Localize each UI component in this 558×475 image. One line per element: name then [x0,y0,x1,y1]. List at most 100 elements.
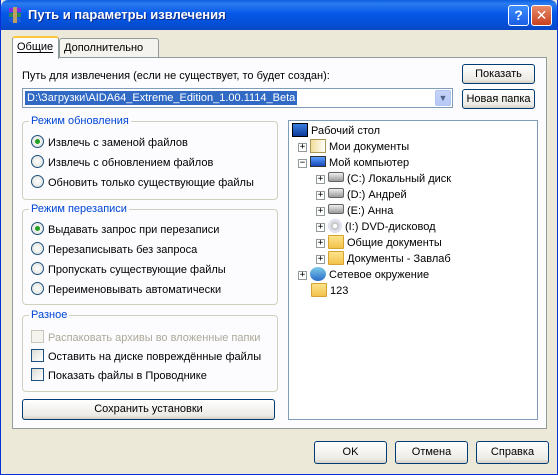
expand-icon[interactable]: + [316,175,325,184]
tree-item-label: (D:) Андрей [347,189,407,201]
radio-rename-automatically[interactable]: Переименовывать автоматически [31,282,221,298]
help-title-button[interactable]: ? [508,5,529,26]
my-computer-icon [310,156,326,167]
tab-advanced-label: Дополнительно [64,42,144,54]
radio-button[interactable] [31,175,44,188]
folder-icon [328,251,344,265]
drive-icon [328,188,344,198]
checkbox-keep-broken-files[interactable]: Оставить на диске повреждённые файлы [31,349,261,365]
tree-item-drive-c[interactable]: + (C:) Локальный диск [316,171,451,187]
path-label: Путь для извлечения (если не существует,… [22,70,330,82]
radio-overwrite-without-prompt[interactable]: Перезаписывать без запроса [31,242,197,258]
cancel-button[interactable]: Отмена [395,441,468,464]
misc-group: Разное Распаковать архивы во вложенные п… [22,309,278,392]
checkbox [31,330,44,343]
radio-label: Выдавать запрос при перезаписи [48,224,220,236]
folder-icon [311,283,327,297]
radio-extract-replace[interactable]: Извлечь с заменой файлов [31,135,188,151]
general-tab-panel: Путь для извлечения (если не существует,… [12,57,547,429]
tree-item-my-computer[interactable]: − Мой компьютер [298,155,409,171]
radio-label: Перезаписывать без запроса [48,244,198,256]
window-title: Путь и параметры извлечения [28,7,226,22]
extract-path-combo[interactable]: D:\Загрузки\AIDA64_Extreme_Edition_1.00.… [22,88,453,108]
tree-item-network[interactable]: + Сетевое окружение [298,267,429,283]
tree-item-shared-documents[interactable]: + Общие документы [316,235,442,251]
radio-button[interactable] [31,262,44,275]
help-button[interactable]: Справка [476,441,549,464]
collapse-icon[interactable]: − [298,159,307,168]
tree-item-label: Мой компьютер [329,157,410,169]
checkbox-extract-to-subfolders: Распаковать архивы во вложенные папки [31,330,260,346]
tree-item-label: Документы - Завлаб [347,253,451,265]
tree-item-drive-e[interactable]: + (E:) Анна [316,203,393,219]
radio-button[interactable] [31,222,44,235]
radio-label: Обновить только существующие файлы [48,177,254,189]
tree-item-label: Сетевое окружение [329,269,430,281]
expand-icon[interactable]: + [316,207,325,216]
radio-label: Переименовывать автоматически [48,284,222,296]
misc-title: Разное [29,309,70,321]
radio-button[interactable] [31,135,44,148]
overwrite-mode-title: Режим перезаписи [29,203,129,215]
checkbox-label: Распаковать архивы во вложенные папки [48,332,261,344]
expand-icon[interactable]: + [316,255,325,264]
dvd-drive-icon [328,219,342,233]
checkbox-show-in-explorer[interactable]: Показать файлы в Проводнике [31,368,207,384]
checkbox-label: Показать файлы в Проводнике [48,370,207,382]
tree-item-desktop[interactable]: Рабочий стол [292,123,380,139]
checkbox[interactable] [31,349,44,362]
tree-item-label: Общие документы [347,237,442,249]
radio-skip-existing[interactable]: Пропускать существующие файлы [31,262,226,278]
close-button[interactable]: ✕ [531,5,552,26]
tree-item-123[interactable]: 123 [311,283,348,299]
tree-item-zavlab-documents[interactable]: + Документы - Завлаб [316,251,451,267]
tab-advanced[interactable]: Дополнительно [59,38,159,58]
checkbox-label: Оставить на диске повреждённые файлы [48,351,262,363]
expand-icon[interactable]: + [316,223,325,232]
radio-label: Извлечь с заменой файлов [48,137,188,149]
radio-ask-before-overwrite[interactable]: Выдавать запрос при перезаписи [31,222,219,238]
radio-button[interactable] [31,242,44,255]
my-documents-icon [310,139,326,153]
expand-icon[interactable]: + [298,143,307,152]
title-bar[interactable]: Путь и параметры извлечения ? ✕ [1,0,557,30]
expand-icon[interactable]: + [298,271,307,280]
tree-item-label: Мои документы [329,141,410,153]
tree-item-my-documents[interactable]: + Мои документы [298,139,409,155]
drive-icon [328,204,344,214]
winrar-icon [9,7,21,23]
radio-refresh-existing[interactable]: Обновить только существующие файлы [31,175,254,191]
tree-item-label: 123 [330,285,349,297]
new-folder-button[interactable]: Новая папка [462,89,535,109]
tab-general[interactable]: Общие [12,36,59,59]
show-button[interactable]: Показать [462,64,535,84]
radio-label: Пропускать существующие файлы [48,264,226,276]
radio-button[interactable] [31,282,44,295]
extract-dialog: Путь и параметры извлечения ? ✕ Общие До… [0,0,558,475]
save-settings-button[interactable]: Сохранить установки [22,399,275,420]
checkbox[interactable] [31,368,44,381]
update-mode-group: Режим обновления Извлечь с заменой файло… [22,115,278,200]
radio-extract-update[interactable]: Извлечь с обновлением файлов [31,155,213,171]
tree-item-label: (C:) Локальный диск [347,173,452,185]
update-mode-title: Режим обновления [29,115,131,127]
extract-path-value: D:\Загрузки\AIDA64_Extreme_Edition_1.00.… [25,91,298,105]
overwrite-mode-group: Режим перезаписи Выдавать запрос при пер… [22,203,278,305]
tab-general-label: Общие [17,41,54,53]
tree-item-label: Рабочий стол [311,125,381,137]
drive-icon [328,172,344,182]
expand-icon[interactable]: + [316,191,325,200]
folder-tree[interactable]: Рабочий стол + Мои документы − Мой компьют… [288,120,538,420]
tree-item-dvd-drive[interactable]: + (I:) DVD-дисковод [316,219,436,235]
expand-icon[interactable]: + [316,239,325,248]
desktop-icon [292,123,308,137]
radio-label: Извлечь с обновлением файлов [48,157,214,169]
chevron-down-icon[interactable]: ▼ [435,90,451,106]
ok-button[interactable]: OK [314,441,387,464]
tree-item-drive-d[interactable]: + (D:) Андрей [316,187,407,203]
folder-icon [328,235,344,249]
tree-item-label: (E:) Анна [347,205,394,217]
tree-item-label: (I:) DVD-дисковод [345,221,436,233]
radio-button[interactable] [31,155,44,168]
network-icon [310,267,326,281]
